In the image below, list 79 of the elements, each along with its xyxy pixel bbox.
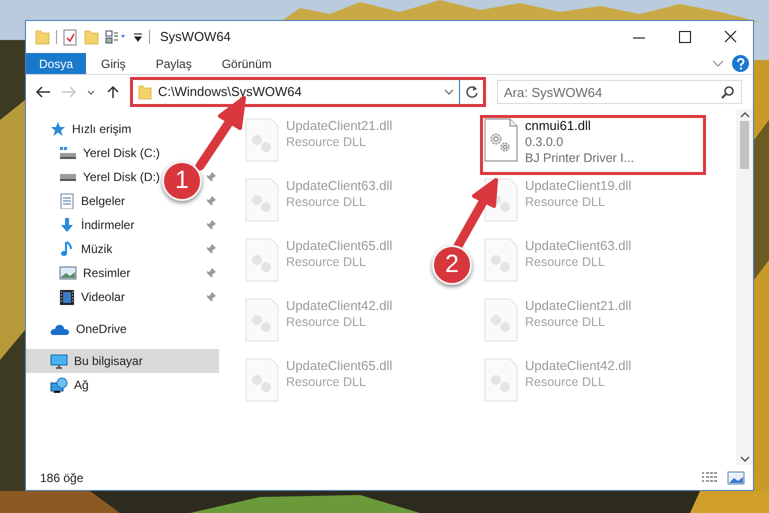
file-name: UpdateClient65.dll — [286, 358, 392, 374]
sidebar-item[interactable]: Hızlı erişim — [26, 117, 136, 141]
dll-file-icon — [484, 238, 518, 282]
file-name: UpdateClient21.dll — [286, 118, 392, 134]
dll-file-icon — [484, 358, 518, 402]
file-detail: 0.3.0.0 — [525, 134, 564, 150]
monitor-icon — [50, 353, 68, 369]
ribbon-tab[interactable]: Dosya — [26, 53, 86, 74]
file-item[interactable]: cnmui61.dll 0.3.0.0 BJ Printer Driver I... — [480, 115, 706, 175]
file-detail: Resource DLL — [286, 374, 367, 390]
dll-file-icon — [245, 298, 279, 342]
star-icon — [50, 121, 66, 137]
dll-file-icon — [245, 178, 279, 222]
network-icon — [50, 377, 68, 393]
file-name: UpdateClient19.dll — [525, 178, 632, 194]
file-name: UpdateClient21.dll — [525, 298, 632, 314]
ribbon-tab[interactable]: Paylaş — [140, 53, 207, 74]
document-icon — [59, 193, 75, 209]
view-icon[interactable] — [105, 30, 127, 44]
pin-icon[interactable] — [205, 291, 217, 303]
sidebar-item[interactable]: OneDrive — [26, 317, 131, 341]
sidebar-item[interactable]: Bu bilgisayar — [26, 349, 219, 373]
file-name: UpdateClient42.dll — [525, 358, 632, 374]
pin-icon[interactable] — [205, 171, 217, 183]
pin-icon[interactable] — [205, 219, 217, 231]
file-name: UpdateClient63.dll — [525, 238, 632, 254]
drive-icon — [59, 145, 77, 161]
dll-file-icon — [484, 118, 518, 162]
ribbon-tab[interactable]: Görünüm — [206, 53, 287, 74]
file-detail: BJ Printer Driver I... — [525, 150, 634, 166]
music-note-icon — [59, 241, 75, 257]
dll-file-icon — [484, 298, 518, 342]
recent-locations-icon[interactable] — [87, 90, 95, 94]
sidebar-item[interactable]: İndirmeler — [26, 213, 138, 237]
up-icon[interactable] — [105, 85, 121, 99]
file-detail: Resource DLL — [525, 254, 606, 270]
details-view-icon[interactable] — [701, 470, 719, 484]
expand-icon[interactable] — [712, 60, 724, 68]
ribbon-tab[interactable]: Giriş — [86, 53, 141, 74]
caret-icon[interactable] — [133, 31, 143, 43]
sidebar-item[interactable]: Müzik — [26, 237, 116, 261]
dll-file-icon — [245, 358, 279, 402]
file-name: UpdateClient63.dll — [286, 178, 392, 194]
film-icon — [59, 289, 75, 305]
sidebar-item[interactable]: Belgeler — [26, 189, 130, 213]
pin-icon[interactable] — [205, 243, 217, 255]
scroll-thumb[interactable] — [740, 121, 749, 169]
window-title: SysWOW64 — [160, 28, 231, 46]
properties-icon[interactable] — [63, 28, 78, 46]
search-field[interactable]: Ara: SysWOW64 — [497, 80, 742, 104]
scrollbar[interactable] — [736, 109, 753, 465]
file-name: cnmui61.dll — [525, 118, 592, 134]
drive-icon — [59, 172, 77, 182]
file-detail: Resource DLL — [525, 314, 606, 330]
file-name: UpdateClient42.dll — [286, 298, 392, 314]
back-icon[interactable] — [35, 85, 51, 99]
pin-icon[interactable] — [205, 267, 217, 279]
file-detail: Resource DLL — [286, 134, 367, 150]
dll-file-icon — [245, 118, 279, 162]
sidebar-item[interactable]: Yerel Disk (C:) — [26, 141, 164, 165]
close-icon[interactable] — [722, 30, 738, 44]
item-count: 186 öğe — [40, 470, 84, 486]
file-detail: Resource DLL — [286, 194, 367, 210]
file-detail: Resource DLL — [286, 254, 367, 270]
help-icon[interactable] — [732, 55, 749, 72]
picture-icon — [59, 265, 77, 281]
sidebar-item[interactable]: Videolar — [26, 285, 129, 309]
file-detail: Resource DLL — [525, 374, 606, 390]
search-icon[interactable] — [721, 85, 735, 99]
file-name: UpdateClient65.dll — [286, 238, 392, 254]
file-detail: Resource DLL — [286, 314, 367, 330]
pin-icon[interactable] — [205, 195, 217, 207]
sidebar-item[interactable]: Yerel Disk (D:) — [26, 165, 164, 189]
large-icons-view-icon[interactable] — [727, 470, 745, 484]
file-detail: Resource DLL — [525, 194, 606, 210]
download-arrow-icon — [59, 217, 75, 233]
sidebar-item[interactable]: Resimler — [26, 261, 134, 285]
dll-file-icon — [245, 238, 279, 282]
sidebar-item[interactable]: Ağ — [26, 373, 93, 397]
